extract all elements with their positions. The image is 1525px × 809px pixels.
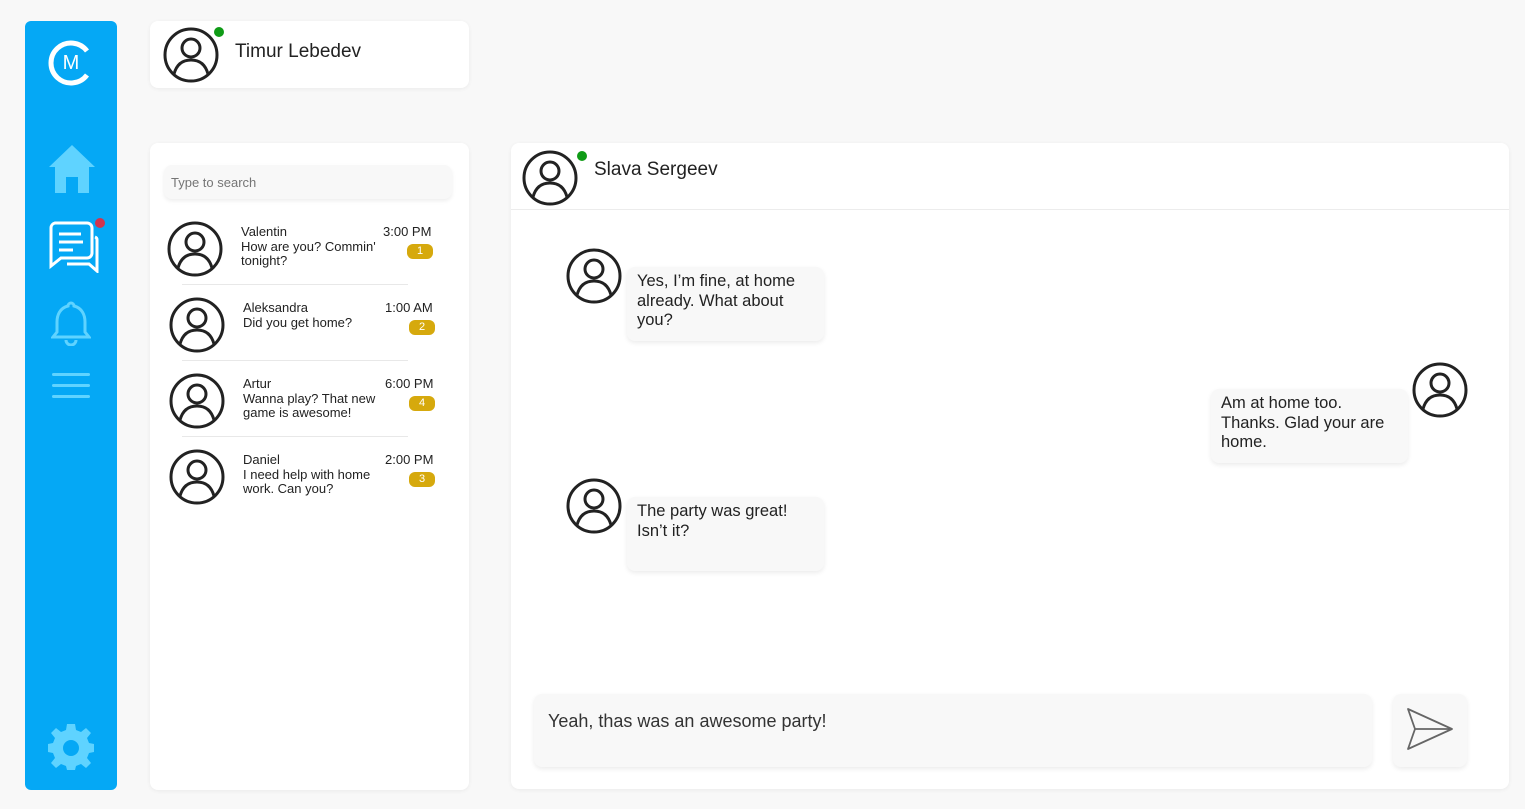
avatar-icon	[566, 248, 622, 304]
avatar-icon	[1412, 362, 1468, 418]
conversation-name: Aleksandra	[243, 300, 309, 315]
conversation-name: Artur	[243, 376, 272, 391]
conversation-preview: Wanna play? That new game is awesome!	[243, 391, 376, 420]
message-bubble-outgoing: Am at home too. Thanks. Glad your are ho…	[1211, 389, 1408, 463]
logo-letter: M	[62, 52, 80, 74]
message-bubble-incoming: Yes, I’m fine, at home already. What abo…	[627, 267, 824, 341]
user-profile-card[interactable]: Timur Lebedev	[150, 21, 469, 88]
chat-notification-dot	[95, 218, 105, 228]
online-status-dot	[577, 151, 587, 161]
online-status-dot	[214, 27, 224, 37]
sidebar-item-notifications[interactable]	[49, 300, 93, 351]
conversation-preview: How are you? Commin' tonight?	[241, 239, 376, 268]
message-input[interactable]	[534, 694, 1372, 767]
conversation-name: Daniel	[243, 452, 280, 467]
sidebar: M	[25, 21, 117, 790]
unread-badge: 1	[407, 244, 433, 259]
chat-panel: Slava Sergeev Yes, I’m fine, at home alr…	[511, 143, 1509, 789]
sidebar-item-home[interactable]	[47, 143, 97, 200]
avatar-icon	[169, 449, 225, 505]
unread-badge: 4	[409, 396, 435, 411]
avatar-icon[interactable]	[522, 150, 578, 206]
conversation-time: 2:00 PM	[385, 452, 434, 467]
chat-contact-name: Slava Sergeev	[594, 159, 718, 180]
conversation-preview: I need help with home work. Can you?	[243, 467, 371, 496]
avatar-icon	[167, 221, 223, 277]
home-icon	[49, 145, 95, 193]
sidebar-item-menu[interactable]	[52, 371, 90, 406]
conversation-item-daniel[interactable]: Daniel 2:00 PM I need help with home wor…	[150, 447, 469, 523]
avatar-icon	[163, 27, 219, 83]
conversation-preview: Did you get home?	[243, 315, 353, 330]
chat-icon	[49, 221, 99, 275]
conversation-time: 6:00 PM	[385, 376, 434, 391]
send-button[interactable]	[1393, 694, 1467, 767]
avatar-icon	[169, 297, 225, 353]
divider	[182, 360, 408, 361]
user-name: Timur Lebedev	[235, 41, 362, 62]
conversation-time: 3:00 PM	[383, 224, 432, 239]
conversation-time: 1:00 AM	[385, 300, 433, 315]
menu-icon	[52, 373, 90, 398]
chat-header: Slava Sergeev	[511, 143, 1509, 210]
avatar-icon	[169, 373, 225, 429]
sidebar-item-chats[interactable]	[47, 221, 99, 278]
search-input[interactable]	[164, 165, 452, 199]
settings-button[interactable]	[47, 722, 95, 775]
avatar-icon	[566, 478, 622, 534]
app-logo[interactable]: M	[47, 39, 95, 87]
message-bubble-incoming: The party was great! Isn’t it?	[627, 497, 824, 571]
bell-icon	[49, 301, 93, 347]
gear-icon	[48, 724, 94, 770]
conversation-list: Valentin 3:00 PM How are you? Commin' to…	[150, 143, 469, 790]
divider	[182, 436, 408, 437]
conversation-name: Valentin	[241, 224, 288, 239]
unread-badge: 3	[409, 472, 435, 487]
unread-badge: 2	[409, 320, 435, 335]
send-icon	[1407, 708, 1453, 750]
divider	[182, 284, 408, 285]
